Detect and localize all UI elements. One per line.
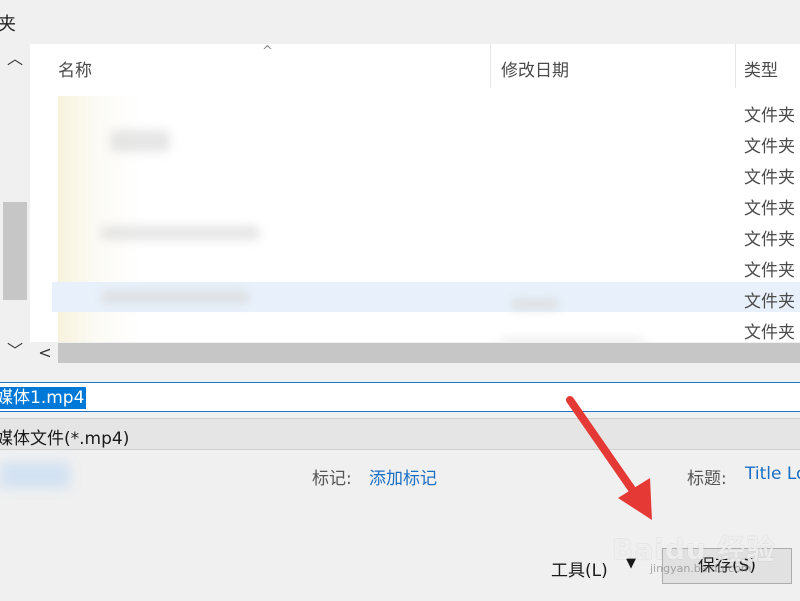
- red-arrow-icon: [566, 396, 652, 520]
- window-title-fragment: 夹: [0, 14, 16, 35]
- filename-field[interactable]: [0, 382, 800, 412]
- file-type-cell: 文件夹: [744, 230, 795, 250]
- baidu-watermark-url: jingyan.baidu.com: [650, 562, 752, 575]
- dialog-top-strip: [0, 0, 800, 44]
- chevron-down-icon[interactable]: ﹀: [6, 340, 24, 362]
- title-label: 标题:: [687, 469, 727, 489]
- column-divider[interactable]: [490, 44, 491, 88]
- filetype-value[interactable]: 媒体文件(*.mp4): [0, 424, 129, 449]
- add-tags-link[interactable]: 添加标记: [369, 464, 437, 489]
- chevron-up-icon[interactable]: ︿: [6, 48, 24, 70]
- column-divider[interactable]: [735, 44, 736, 88]
- file-type-cell: 文件夹: [744, 199, 795, 219]
- tools-dropdown[interactable]: 工具(L): [551, 556, 608, 581]
- file-type-cell: 文件夹: [744, 292, 795, 312]
- column-header-type[interactable]: 类型: [744, 56, 778, 81]
- blurred-date: [510, 298, 560, 310]
- blurred-file-name: [100, 226, 260, 240]
- title-field-link[interactable]: Title Lo: [745, 464, 800, 484]
- file-type-cell: 文件夹: [744, 106, 795, 126]
- filename-value[interactable]: 媒体1.mp4: [0, 387, 87, 409]
- blurred-file-name: [100, 290, 250, 304]
- blurred-author-field: [0, 462, 70, 488]
- chevron-left-icon[interactable]: <: [36, 342, 54, 364]
- sort-ascending-icon: ^: [262, 44, 273, 59]
- file-type-cell: 文件夹: [744, 137, 795, 157]
- column-header-date-modified[interactable]: 修改日期: [501, 56, 569, 81]
- tags-label: 标记:: [312, 469, 352, 489]
- scrollbar-thumb[interactable]: [3, 202, 27, 300]
- column-header-name[interactable]: 名称: [58, 56, 92, 81]
- blurred-file-name: [110, 130, 170, 152]
- horizontal-scrollbar-thumb[interactable]: [58, 343, 800, 363]
- file-type-cell: 文件夹: [744, 168, 795, 188]
- file-type-cell: 文件夹: [744, 261, 795, 281]
- file-type-cell: 文件夹: [744, 323, 795, 343]
